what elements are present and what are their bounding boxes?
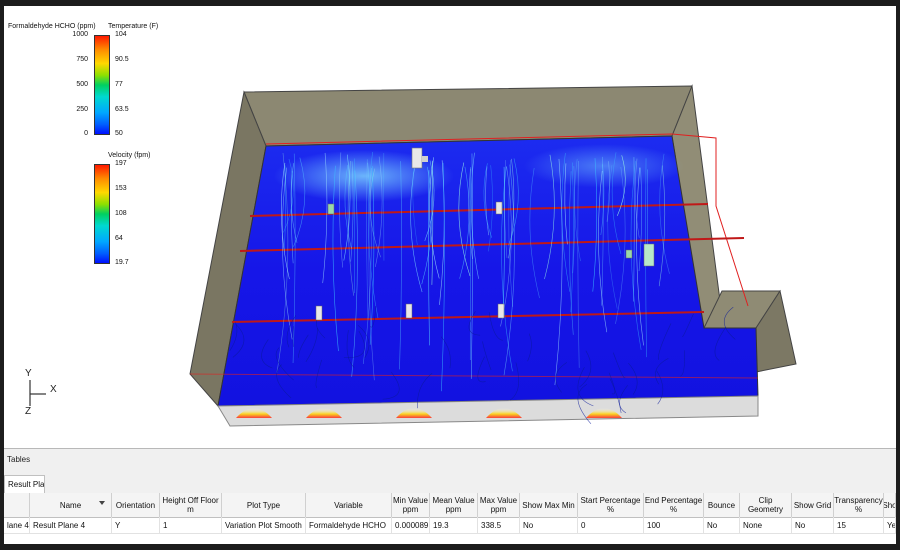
velocity-tick: 19.7 [115, 259, 129, 266]
column-header[interactable]: Show Grid [792, 493, 834, 518]
column-header[interactable]: Name [30, 493, 112, 518]
column-header[interactable]: Clip Geometry [740, 493, 792, 518]
table-cell[interactable]: None [740, 517, 792, 534]
velocity-legend-title: Velocity (fpm) [108, 152, 151, 159]
hcho-temperature-color-bar [94, 35, 110, 135]
table-cell[interactable]: 15 [834, 517, 884, 534]
diffuser-object [643, 243, 655, 267]
column-header[interactable]: Plot Type [222, 493, 306, 518]
column-header[interactable]: Height Off Floor m [160, 493, 222, 518]
temperature-tick: 50 [115, 130, 123, 137]
temperature-legend-title: Temperature (F) [108, 23, 159, 30]
table-cell[interactable]: Y [112, 517, 160, 534]
axis-y-label: Y [25, 368, 32, 379]
table-cell[interactable]: Formaldehyde HCHO [306, 517, 392, 534]
temperature-tick: 90.5 [115, 56, 129, 63]
table-cell[interactable]: No [704, 517, 740, 534]
diffuser-object [411, 147, 423, 169]
table-cell[interactable]: Yes [884, 517, 896, 534]
table-cell[interactable]: 19.3 [430, 517, 478, 534]
velocity-tick: 197 [115, 160, 127, 167]
axis-z-label: Z [25, 406, 32, 417]
temperature-tick: 104 [115, 31, 127, 38]
table-cell[interactable]: Result Plane 4 [30, 517, 112, 534]
velocity-tick: 64 [115, 235, 123, 242]
column-header[interactable]: Variable [306, 493, 392, 518]
table-cell[interactable]: 0 [578, 517, 644, 534]
hcho-tick: 500 [76, 81, 88, 88]
diffuser-object [497, 303, 505, 319]
sort-dropdown-icon[interactable] [99, 501, 105, 505]
table-cell[interactable]: 0.000089 [392, 517, 430, 534]
tables-panel: Tables Result Plane NameOrientationHeigh… [4, 448, 896, 544]
diffuser-object [327, 203, 335, 215]
velocity-tick: 153 [115, 185, 127, 192]
column-header[interactable]: Max Value ppm [478, 493, 520, 518]
temperature-tick: 63.5 [115, 106, 129, 113]
tab-result-plane[interactable]: Result Plane [4, 475, 45, 493]
temperature-tick: 77 [115, 81, 123, 88]
table-cell[interactable]: lane 4 [4, 517, 30, 534]
column-header[interactable]: Transparency % [834, 493, 884, 518]
hcho-tick: 1000 [72, 31, 88, 38]
velocity-tick: 108 [115, 210, 127, 217]
column-header[interactable]: Start Percentage % [578, 493, 644, 518]
3d-viewport[interactable]: Formaldehyde HCHO (ppm) Temperature (F) … [4, 6, 896, 448]
velocity-color-bar [94, 164, 110, 264]
result-plane-table: Name Orientation Height Off Floor m Plot Ty… [4, 493, 896, 544]
table-cell[interactable]: 338.5 [478, 517, 520, 534]
column-header[interactable]: Orientation [112, 493, 160, 518]
column-header[interactable]: Mean Value ppm [430, 493, 478, 518]
table-cell[interactable]: No [520, 517, 578, 534]
diffuser-object [495, 201, 503, 215]
hcho-legend-title: Formaldehyde HCHO (ppm) [8, 23, 96, 30]
axis-x-label: X [50, 384, 57, 395]
tab-strip: Result Plane [4, 471, 896, 494]
table-cell[interactable]: 1 [160, 517, 222, 534]
column-header[interactable]: Min Value ppm [392, 493, 430, 518]
hcho-tick: 0 [84, 130, 88, 137]
hcho-tick: 750 [76, 56, 88, 63]
table-cell[interactable]: Variation Plot Smooth [222, 517, 306, 534]
diffuser-object [405, 303, 413, 319]
column-header[interactable]: Show Max Min [520, 493, 578, 518]
room-scene[interactable] [4, 6, 896, 448]
column-header[interactable]: Bounce [704, 493, 740, 518]
application-window: Formaldehyde HCHO (ppm) Temperature (F) … [4, 6, 896, 544]
diffuser-object [625, 249, 633, 259]
column-header[interactable]: Sho [884, 493, 896, 518]
column-header[interactable] [4, 493, 30, 518]
hcho-tick: 250 [76, 106, 88, 113]
table-cell[interactable]: 100 [644, 517, 704, 534]
diffuser-object [315, 305, 323, 321]
table-cell[interactable]: No [792, 517, 834, 534]
column-header[interactable]: End Percentage % [644, 493, 704, 518]
tables-panel-title: Tables [7, 455, 31, 464]
